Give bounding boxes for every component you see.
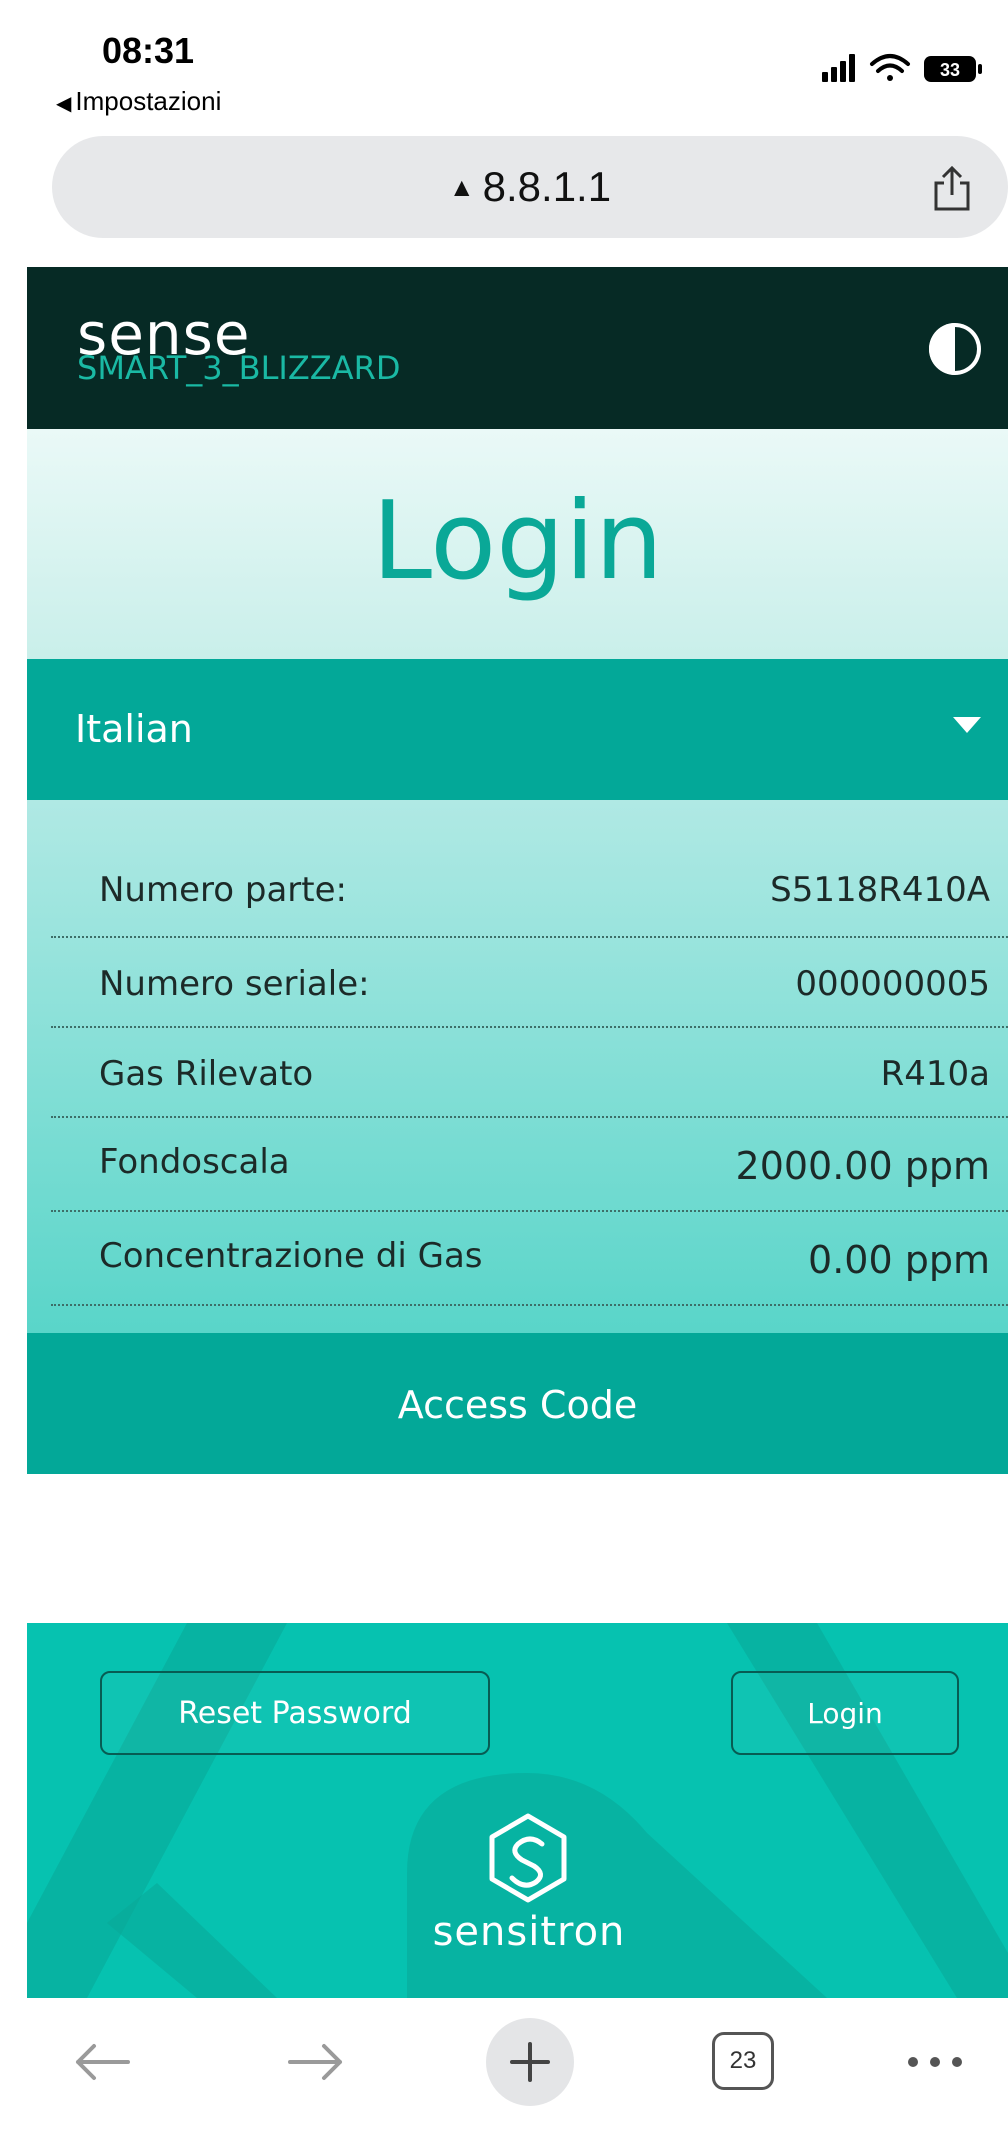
info-label: Gas Rilevato xyxy=(99,1054,314,1094)
new-tab-button[interactable] xyxy=(486,2018,574,2106)
wifi-icon xyxy=(870,54,910,81)
browser-toolbar: 23 xyxy=(0,1998,1008,2149)
device-name: SMART_3_BLIZZARD xyxy=(77,349,401,387)
battery-level: 33 xyxy=(940,60,960,80)
signal-icon xyxy=(822,54,855,82)
info-row-gas-detected: Gas Rilevato R410a xyxy=(51,1028,1008,1118)
app-header: sense SMART_3_BLIZZARD xyxy=(27,267,1008,429)
tab-count: 23 xyxy=(729,2047,757,2074)
info-value: S5118R410A xyxy=(770,870,990,910)
share-icon[interactable] xyxy=(930,165,974,213)
warning-icon: ▲ xyxy=(448,171,475,202)
footer-panel: Reset Password Login sensitron xyxy=(27,1623,1008,1998)
logo-wordmark: sensitron xyxy=(432,1909,626,1955)
battery-icon: 33 xyxy=(924,56,982,82)
back-to-app-link[interactable]: ◀ Impostazioni xyxy=(56,86,221,117)
back-button[interactable] xyxy=(62,2022,142,2102)
info-label: Fondoscala xyxy=(99,1142,290,1182)
url-text: 8.8.1.1 xyxy=(482,163,612,210)
chevron-down-icon xyxy=(953,717,981,733)
info-row-serial-number: Numero seriale: 000000005 xyxy=(51,938,1008,1028)
contrast-icon[interactable] xyxy=(925,319,985,379)
access-code-placeholder: Access Code xyxy=(397,1383,638,1427)
access-code-input[interactable]: Access Code xyxy=(27,1333,1008,1474)
info-label: Numero seriale: xyxy=(99,964,370,1004)
more-icon xyxy=(908,2057,962,2067)
page-title: Login xyxy=(371,479,664,604)
back-arrow-icon xyxy=(76,2044,130,2080)
sensitron-logo-icon xyxy=(489,1813,567,1903)
info-value: 000000005 xyxy=(795,964,990,1004)
title-band: Login xyxy=(27,429,1008,659)
info-value: R410a xyxy=(880,1054,990,1094)
info-value: 0.00 ppm xyxy=(808,1238,990,1282)
status-icons: 33 xyxy=(822,54,982,82)
language-selected-value: Italian xyxy=(75,707,193,751)
address-bar[interactable]: ▲ 8.8.1.1 xyxy=(52,136,1008,238)
info-row-gas-concentration: Concentrazione di Gas 0.00 ppm xyxy=(51,1212,1008,1306)
info-label: Concentrazione di Gas xyxy=(99,1236,483,1276)
info-row-full-scale: Fondoscala 2000.00 ppm xyxy=(51,1118,1008,1212)
status-time: 08:31 xyxy=(102,30,195,71)
more-button[interactable] xyxy=(900,2022,970,2102)
plus-icon xyxy=(510,2042,550,2082)
info-label: Numero parte: xyxy=(99,870,347,910)
tabs-button[interactable]: 23 xyxy=(712,2032,774,2090)
forward-arrow-icon xyxy=(288,2044,342,2080)
url-display[interactable]: ▲ 8.8.1.1 xyxy=(52,136,1008,238)
back-app-label: Impostazioni xyxy=(75,86,222,116)
language-select[interactable]: Italian xyxy=(27,659,1008,800)
back-triangle-icon: ◀ xyxy=(56,93,72,115)
reset-password-button[interactable]: Reset Password xyxy=(100,1671,490,1755)
info-row-part-number: Numero parte: S5118R410A xyxy=(51,840,1008,938)
login-button[interactable]: Login xyxy=(731,1671,959,1755)
device-info-panel: Numero parte: S5118R410A Numero seriale:… xyxy=(27,800,1008,1333)
info-value: 2000.00 ppm xyxy=(735,1144,990,1188)
forward-button[interactable] xyxy=(276,2022,356,2102)
